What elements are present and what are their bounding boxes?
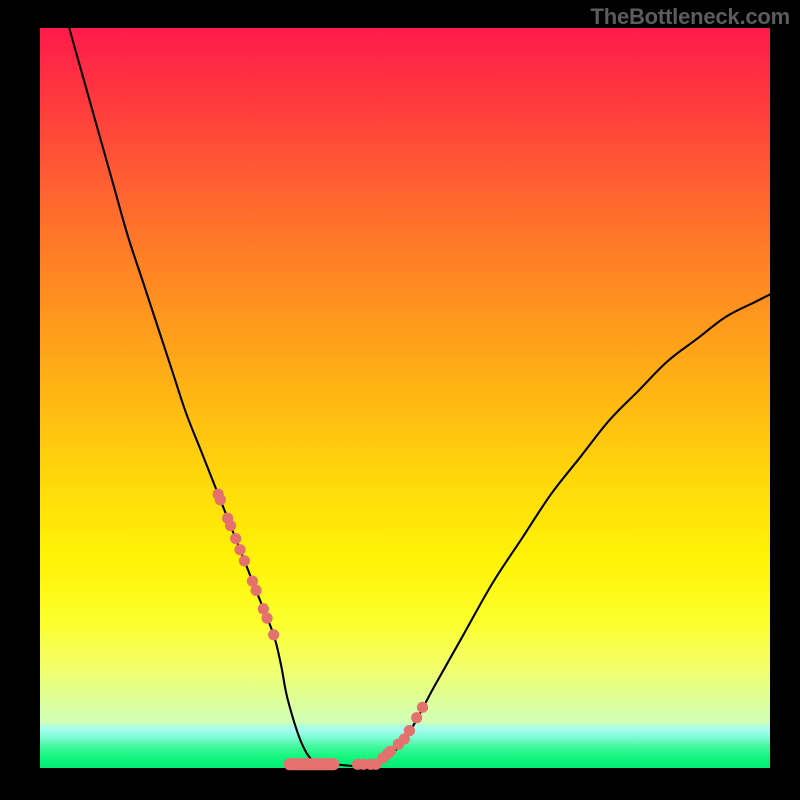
watermark-text: TheBottleneck.com <box>590 4 790 30</box>
marker-left-5 <box>234 544 245 555</box>
chart-svg <box>40 28 770 768</box>
marker-right-11 <box>417 702 428 713</box>
marker-left-10 <box>261 613 272 624</box>
marker-right-9 <box>404 725 415 736</box>
marker-left-4 <box>230 533 241 544</box>
marker-left-6 <box>239 555 250 566</box>
bottleneck-curve <box>69 28 770 766</box>
marker-left-8 <box>250 585 261 596</box>
marker-left-1 <box>215 494 226 505</box>
marker-left-3 <box>225 520 236 531</box>
marker-group <box>213 489 429 770</box>
marker-left-11 <box>268 629 279 640</box>
marker-right-10 <box>411 712 422 723</box>
plot-area <box>40 28 770 768</box>
chart-frame: TheBottleneck.com <box>0 0 800 800</box>
